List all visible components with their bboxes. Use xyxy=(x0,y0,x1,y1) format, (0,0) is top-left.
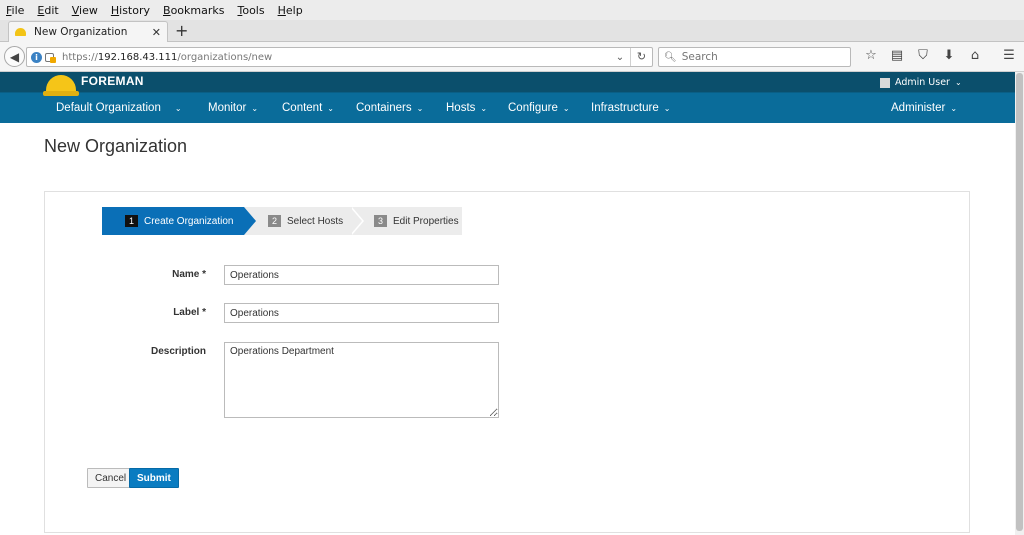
nav-monitor[interactable]: Monitor ⌄ xyxy=(208,102,258,114)
name-field[interactable] xyxy=(224,265,499,285)
chevron-down-icon[interactable]: ⌄ xyxy=(610,52,630,63)
nav-content[interactable]: Content ⌄ xyxy=(282,102,334,114)
chevron-down-icon: ⌄ xyxy=(480,104,488,113)
nav-infrastructure[interactable]: Infrastructure ⌄ xyxy=(591,102,670,114)
download-icon[interactable]: ⬇ xyxy=(936,48,962,63)
chevron-down-icon: ⌄ xyxy=(174,104,182,113)
chevron-down-icon: ⌄ xyxy=(327,104,334,113)
menu-bookmarks[interactable]: Bookmarks xyxy=(163,4,224,17)
wizard-step-edit-properties[interactable]: 3 Edit Properties xyxy=(350,207,462,235)
brand-name[interactable]: FOREMAN xyxy=(81,74,144,88)
cancel-button[interactable]: Cancel xyxy=(87,468,135,488)
wizard-steps: 1 Create Organization 2 Select Hosts 3 E… xyxy=(102,207,462,235)
pocket-icon[interactable]: ⛉ xyxy=(910,48,936,63)
nav-containers[interactable]: Containers ⌄ xyxy=(356,102,423,114)
url-text[interactable]: https://192.168.43.111/organizations/new xyxy=(62,52,610,63)
name-label: Name * xyxy=(172,269,206,280)
chevron-down-icon: ⌄ xyxy=(562,104,570,113)
nav-configure[interactable]: Configure ⌄ xyxy=(508,102,570,114)
step-label: Create Organization xyxy=(144,215,234,227)
nav-administer[interactable]: Administer ⌄ xyxy=(891,102,957,114)
insecure-lock-icon[interactable] xyxy=(45,52,56,63)
browser-tab[interactable]: New Organization ✕ xyxy=(8,21,168,42)
close-icon[interactable]: ✕ xyxy=(152,26,161,39)
scrollbar-thumb[interactable] xyxy=(1016,73,1023,531)
step-label: Edit Properties xyxy=(393,215,459,227)
form-panel xyxy=(44,191,970,533)
bookmark-star-icon[interactable]: ☆ xyxy=(858,48,884,63)
chevron-down-icon: ⌄ xyxy=(950,104,958,113)
toolbar-icons: ☆ ▤ ⛉ ⬇ ⌂ ☰ xyxy=(858,48,1022,63)
step-number: 2 xyxy=(268,215,281,227)
home-icon[interactable]: ⌂ xyxy=(962,48,988,63)
browser-toolbar: ◀ i https://192.168.43.111/organizations… xyxy=(0,42,1024,72)
menu-help[interactable]: Help xyxy=(278,4,303,17)
wizard-step-select-hosts[interactable]: 2 Select Hosts xyxy=(244,207,364,235)
submit-button[interactable]: Submit xyxy=(129,468,179,488)
step-number: 1 xyxy=(125,215,138,227)
new-tab-icon[interactable]: + xyxy=(175,21,188,40)
back-arrow-icon[interactable]: ◀ xyxy=(4,46,25,67)
foreman-helmet-icon xyxy=(15,28,26,36)
page-title: New Organization xyxy=(44,136,188,156)
chevron-down-icon: ⌄ xyxy=(251,104,259,113)
hamburger-menu-icon[interactable]: ☰ xyxy=(996,48,1022,63)
avatar xyxy=(880,77,890,88)
step-label: Select Hosts xyxy=(287,215,344,227)
description-field[interactable]: Operations Department xyxy=(224,342,499,418)
chevron-down-icon: ⌄ xyxy=(663,104,671,113)
user-menu[interactable]: Admin User ⌄ xyxy=(880,77,962,88)
search-input[interactable] xyxy=(681,51,842,63)
menu-file[interactable]: File xyxy=(6,4,24,17)
chevron-down-icon: ⌄ xyxy=(954,78,962,87)
url-bar[interactable]: i https://192.168.43.111/organizations/n… xyxy=(26,47,653,67)
label-field[interactable] xyxy=(224,303,499,323)
menu-view[interactable]: View xyxy=(72,4,98,17)
nav-hosts[interactable]: Hosts ⌄ xyxy=(446,102,487,114)
tab-title: New Organization xyxy=(34,26,128,38)
label-label: Label * xyxy=(173,307,206,318)
step-number: 3 xyxy=(374,215,387,227)
menu-edit[interactable]: Edit xyxy=(37,4,58,17)
search-icon: 🔍︎ xyxy=(664,51,677,63)
chevron-down-icon: ⌄ xyxy=(416,104,424,113)
nav-default-organization[interactable]: Default Organization ⌄ xyxy=(56,102,182,114)
user-name: Admin User xyxy=(895,77,950,88)
info-icon[interactable]: i xyxy=(31,51,42,63)
browser-menubar: File Edit View History Bookmarks Tools H… xyxy=(0,0,1024,20)
description-label: Description xyxy=(150,346,206,357)
wizard-step-create-organization[interactable]: 1 Create Organization xyxy=(102,207,256,235)
tab-strip: New Organization ✕ + xyxy=(0,20,1024,42)
menu-tools[interactable]: Tools xyxy=(237,4,264,17)
reading-list-icon[interactable]: ▤ xyxy=(884,48,910,63)
menu-history[interactable]: History xyxy=(111,4,150,17)
foreman-top-bar xyxy=(0,72,1015,92)
reload-icon[interactable]: ↻ xyxy=(630,48,652,66)
search-bar[interactable]: 🔍︎ xyxy=(658,47,851,67)
